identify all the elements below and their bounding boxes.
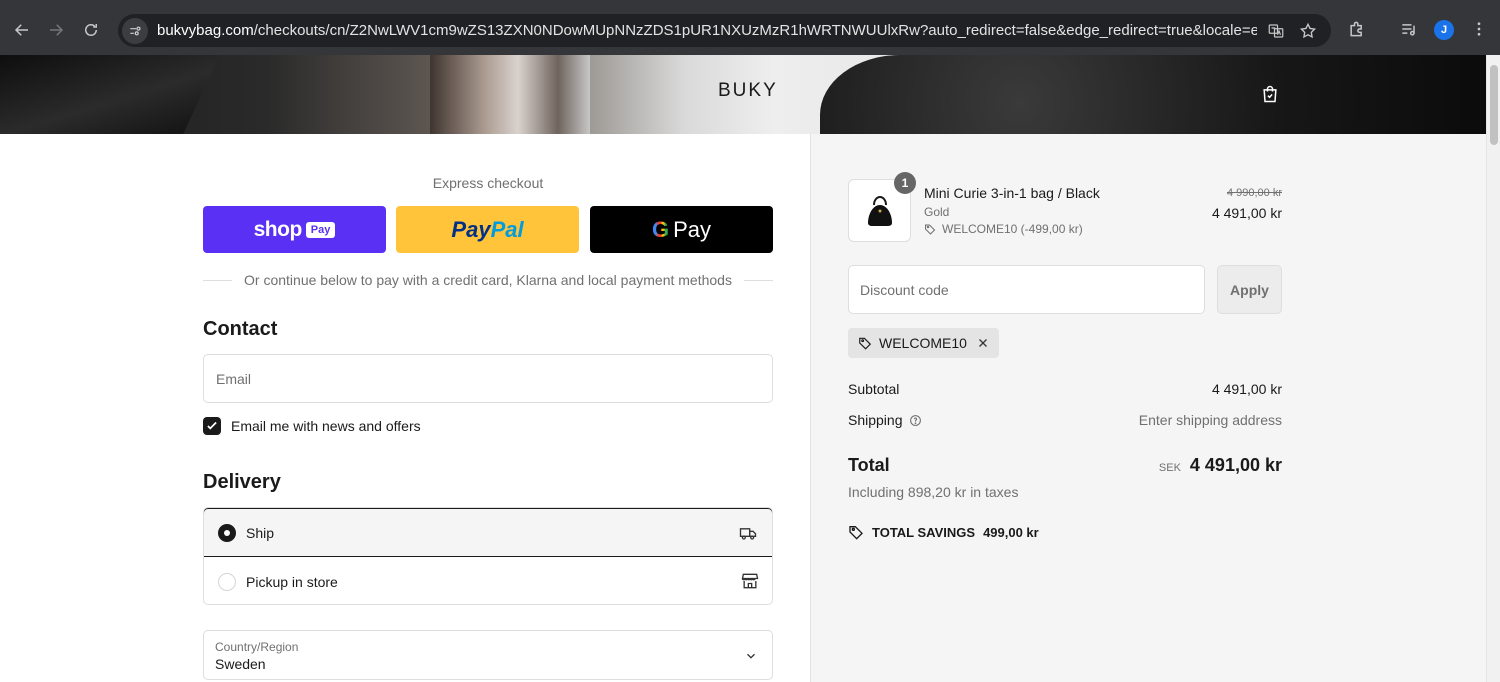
tag-icon	[849, 526, 863, 540]
country-value: Sweden	[215, 656, 266, 672]
email-field[interactable]	[203, 354, 773, 403]
scrollbar-thumb[interactable]	[1490, 65, 1498, 145]
newsletter-checkbox[interactable]	[203, 417, 221, 435]
subtotal-value: 4 491,00 kr	[1211, 381, 1282, 397]
media-control-icon[interactable]	[1398, 18, 1420, 40]
product-name: Mini Curie 3-in-1 bag / Black	[924, 185, 1100, 201]
taxes-text: Including 898,20 kr in taxes	[848, 484, 1019, 500]
shipping-label-row: Shipping	[848, 412, 922, 428]
page-scrollbar[interactable]	[1486, 55, 1500, 682]
shop-pay-chip: Pay	[305, 221, 336, 238]
newsletter-label: Email me with news and offers	[231, 418, 421, 434]
shop-pay-button[interactable]: shop Pay	[203, 206, 386, 253]
option-label-pickup: Pickup in store	[246, 573, 338, 590]
discount-code-input[interactable]	[849, 266, 1204, 313]
savings-value: 499,00 kr	[983, 524, 1039, 540]
reload-icon[interactable]	[79, 18, 103, 42]
shipping-value: Enter shipping address	[1138, 412, 1282, 428]
url-host: bukvybag.com	[157, 22, 254, 39]
info-icon[interactable]	[909, 414, 922, 427]
bag-icon	[867, 195, 892, 226]
product-discount-text: WELCOME10 (-499,00 kr)	[942, 222, 1083, 236]
back-icon[interactable]	[10, 18, 34, 42]
savings-label: TOTAL SAVINGS	[872, 524, 976, 540]
shipping-label: Shipping	[848, 412, 903, 428]
remove-code-icon[interactable]	[977, 337, 989, 349]
subtotal-label: Subtotal	[848, 381, 900, 397]
total-amount: 4 491,00 kr	[1189, 455, 1282, 475]
address-bar[interactable]: bukvybag.com/checkouts/cn/Z2NwLWV1cm9wZS…	[118, 14, 1331, 47]
applied-code-text: WELCOME10	[879, 335, 967, 351]
order-summary-panel	[810, 134, 1486, 682]
email-input[interactable]	[204, 355, 772, 402]
brand-logo[interactable]: BUKY	[718, 80, 778, 102]
product-variant: Gold	[924, 205, 950, 219]
country-label: Country/Region	[215, 640, 299, 654]
total-value-row: SEK 4 491,00 kr	[1159, 455, 1282, 476]
profile-avatar[interactable]: J	[1434, 20, 1454, 40]
url-text[interactable]: bukvybag.com/checkouts/cn/Z2NwLWV1cm9wZS…	[157, 22, 1257, 39]
paypal-word-a: Pay	[451, 216, 491, 242]
total-currency: SEK	[1158, 462, 1181, 474]
apply-button[interactable]: Apply	[1217, 265, 1282, 314]
tag-icon	[859, 337, 872, 350]
hero-strap-shape	[0, 55, 221, 134]
radio-selected[interactable]	[218, 523, 236, 542]
store-icon	[740, 571, 760, 591]
forward-icon[interactable]	[44, 18, 68, 42]
product-discount: WELCOME10 (-499,00 kr)	[924, 222, 1083, 236]
bookmark-star-icon[interactable]	[1298, 21, 1318, 41]
total-label: Total	[848, 455, 890, 475]
hero-leather-shape	[820, 55, 1486, 134]
divider-line	[743, 279, 773, 281]
delivery-title: Delivery	[203, 471, 281, 493]
hero-metal-shape	[430, 55, 590, 134]
product-price: 4 491,00 kr	[1211, 205, 1282, 221]
extensions-icon[interactable]	[1346, 18, 1368, 40]
divider-text: Or continue below to pay with a credit c…	[244, 272, 732, 288]
paypal-word-b: Pal	[490, 216, 524, 242]
delivery-option-pickup[interactable]: Pickup in store	[204, 557, 772, 604]
chevron-down-icon	[744, 649, 758, 663]
browser-toolbar: bukvybag.com/checkouts/cn/Z2NwLWV1cm9wZS…	[0, 0, 1500, 55]
radio-unselected[interactable]	[218, 572, 236, 591]
contact-title: Contact	[203, 318, 278, 340]
google-pay-word: Pay	[673, 216, 712, 242]
more-menu-icon[interactable]	[1468, 18, 1490, 40]
newsletter-checkbox-row[interactable]: Email me with news and offers	[203, 417, 421, 435]
divider-line	[203, 279, 233, 281]
quantity-badge: 1	[894, 172, 916, 194]
paypal-button[interactable]: Pay Pal	[396, 206, 579, 253]
delivery-option-ship[interactable]: Ship	[204, 508, 772, 557]
shopping-bag-icon[interactable]	[1260, 83, 1280, 105]
tag-icon	[925, 224, 936, 235]
google-pay-button[interactable]: G Pay	[590, 206, 773, 253]
translate-icon[interactable]	[1266, 21, 1286, 41]
delivery-options: Ship Pickup in store	[203, 507, 773, 605]
discount-code-field[interactable]	[848, 265, 1205, 314]
url-path: /checkouts/cn/Z2NwLWV1cm9wZS13ZXN0NDowMU…	[253, 22, 1257, 39]
country-select[interactable]: Country/Region Sweden	[203, 630, 773, 680]
option-label-ship: Ship	[246, 524, 275, 541]
truck-icon	[738, 523, 758, 543]
express-checkout-title: Express checkout	[432, 175, 544, 191]
shop-pay-word: shop	[253, 217, 303, 241]
payment-divider: Or continue below to pay with a credit c…	[203, 270, 773, 290]
site-info-icon[interactable]	[122, 17, 148, 44]
google-g-icon: G	[651, 216, 670, 242]
total-savings: TOTAL SAVINGS 499,00 kr	[848, 524, 1039, 540]
product-old-price: 4 990,00 kr	[1226, 187, 1282, 199]
applied-code-chip: WELCOME10	[848, 328, 999, 358]
